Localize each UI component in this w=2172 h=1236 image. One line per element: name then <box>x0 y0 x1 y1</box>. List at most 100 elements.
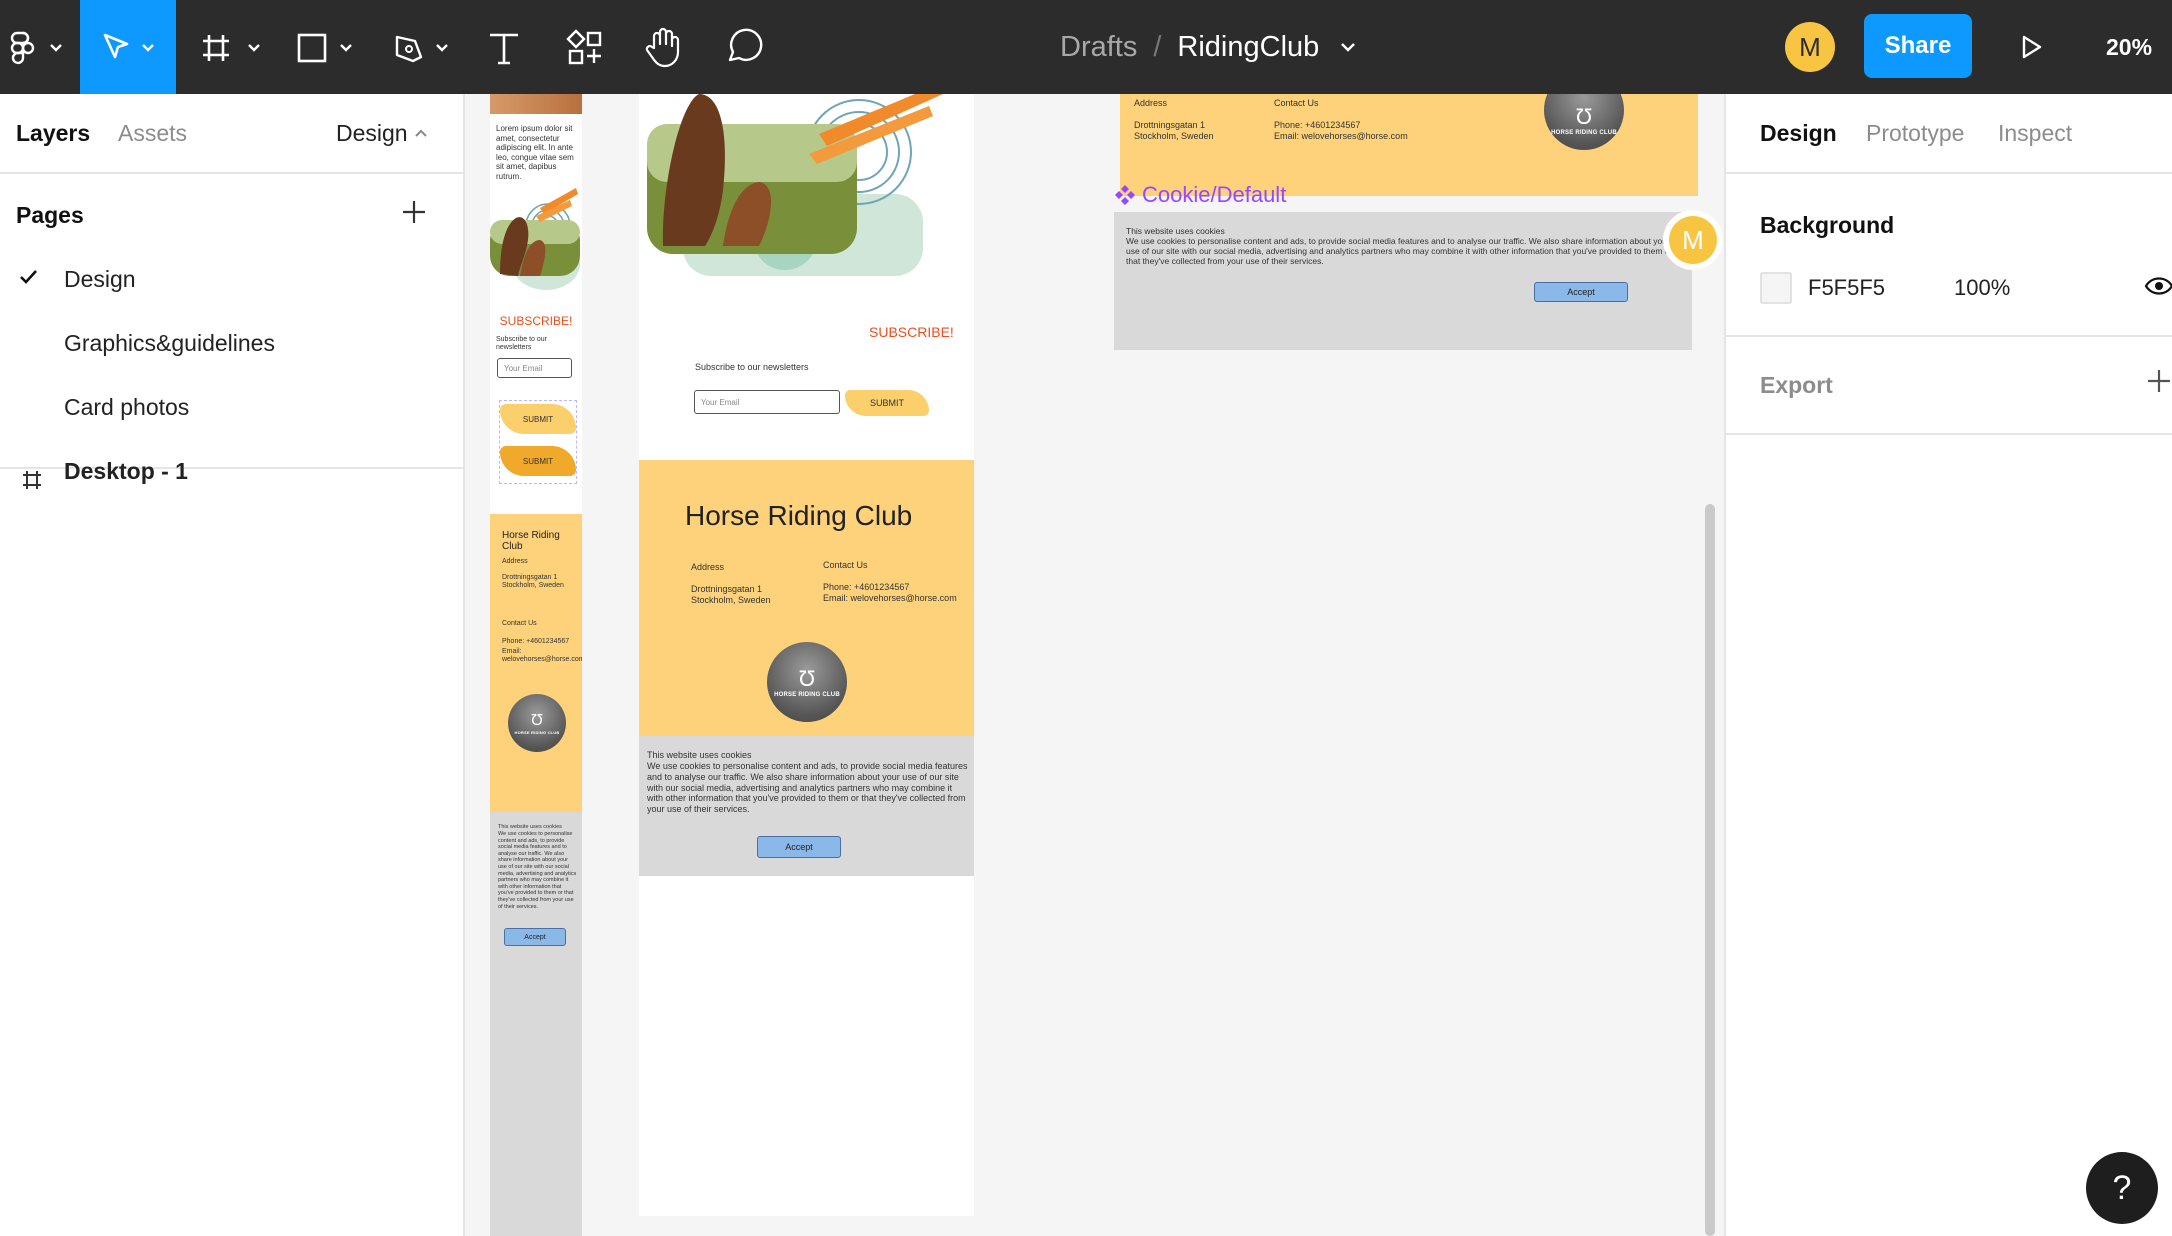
page-item-design[interactable]: Design <box>64 266 136 293</box>
mobile-email: Email: welovehorses@horse.com <box>502 648 582 664</box>
tab-layers[interactable]: Layers <box>16 120 90 147</box>
comment-bubble-icon <box>728 28 763 62</box>
mobile-footer: Horse Riding Club Address Drottningsgata… <box>490 514 582 812</box>
tablet-frame[interactable]: SUBSCRIBE! Subscribe to our newsletters … <box>639 94 974 1216</box>
main-menu-button[interactable] <box>0 0 70 94</box>
component-diamond-icon <box>1115 185 1135 205</box>
lorem-text: Lorem ipsum dolor sit amet, consectetur … <box>496 124 574 181</box>
mobile-phone: Phone: +4601234567 <box>502 638 570 645</box>
resources-shapes-icon <box>566 29 602 65</box>
comment-tool-button[interactable] <box>722 0 764 94</box>
hand-tool-button[interactable] <box>642 0 684 94</box>
hand-icon <box>645 27 680 68</box>
tablet-club-name: Horse Riding Club <box>685 500 913 531</box>
resources-button[interactable] <box>564 0 606 94</box>
text-tool-button[interactable] <box>484 0 524 94</box>
collaborator-cursor: M <box>1663 210 1723 270</box>
mobile-address-title: Address <box>502 558 528 565</box>
present-button[interactable] <box>2014 0 2048 94</box>
frame-tool-button[interactable] <box>196 0 268 94</box>
text-t-icon <box>490 33 518 65</box>
horseshoe-icon: Ʊ <box>531 711 543 729</box>
pen-nib-icon <box>395 35 448 63</box>
user-avatar[interactable]: M <box>1785 22 1835 72</box>
tablet-submit-button[interactable]: SUBMIT <box>845 390 929 416</box>
component-label[interactable]: Cookie/Default <box>1114 182 1286 208</box>
tablet-subscribe-heading: SUBSCRIBE! <box>869 324 954 340</box>
pen-tool-button[interactable] <box>388 0 460 94</box>
mobile-club-name: Horse Riding Club <box>502 530 560 552</box>
checkmark-icon <box>20 270 37 284</box>
background-title: Background <box>1760 212 1895 238</box>
page-dropdown[interactable]: Design <box>336 120 408 147</box>
chevron-down-icon[interactable] <box>1339 41 1357 53</box>
desktop-address: Drottningsgatan 1 Stockholm, Sweden <box>1134 120 1214 141</box>
horse-illustration <box>490 188 580 290</box>
shape-tool-button[interactable] <box>292 0 364 94</box>
mobile-email-input[interactable]: Your Email <box>497 358 572 378</box>
right-panel-tabs: Design Prototype Inspect <box>1726 94 2172 174</box>
mobile-submit-button[interactable]: SUBMIT <box>500 404 576 434</box>
mobile-logo: Ʊ HORSE RIDING CLUB <box>508 694 566 752</box>
tab-prototype[interactable]: Prototype <box>1866 120 1964 147</box>
layer-desktop-1[interactable]: Desktop - 1 <box>64 458 188 485</box>
tablet-accept-button[interactable]: Accept <box>757 836 841 858</box>
desktop-phone: Phone: +4601234567 <box>1274 120 1361 130</box>
horseshoe-icon: Ʊ <box>798 666 816 691</box>
canvas[interactable]: Lorem ipsum dolor sit amet, consectetur … <box>467 94 1724 1236</box>
tablet-footer: Horse Riding Club Address Drottningsgata… <box>639 460 974 736</box>
toolbar: Drafts / RidingClub M Share 20% <box>0 0 2172 94</box>
horseshoe-icon: Ʊ <box>1575 104 1593 129</box>
mobile-subscribe-heading: SUBSCRIBE! <box>499 314 573 328</box>
rectangle-icon <box>297 33 352 63</box>
background-hex-input[interactable]: F5F5F5 <box>1808 275 1885 301</box>
move-tool-button[interactable] <box>80 0 176 94</box>
tab-inspect[interactable]: Inspect <box>1998 120 2072 147</box>
tablet-horse-illustration <box>647 94 943 276</box>
desktop-accept-button[interactable]: Accept <box>1534 282 1628 302</box>
horse-image-top <box>490 94 582 114</box>
background-opacity-input[interactable]: 100% <box>1954 275 2010 301</box>
tablet-phone: Phone: +4601234567 <box>823 582 910 592</box>
left-panel: Layers Assets Design Pages Design Graphi… <box>0 94 465 1236</box>
eye-visibility-icon[interactable] <box>2144 274 2172 298</box>
tablet-newsletter-text: Subscribe to our newsletters <box>695 362 809 372</box>
add-export-plus-icon[interactable] <box>2146 368 2172 394</box>
breadcrumb-drafts[interactable]: Drafts <box>1060 31 1137 64</box>
desktop-footer[interactable]: Address Drottningsgatan 1 Stockholm, Swe… <box>1120 94 1698 196</box>
left-panel-tabs: Layers Assets Design <box>0 94 463 174</box>
vertical-scrollbar[interactable] <box>1705 504 1715 1236</box>
breadcrumb: Drafts / RidingClub <box>1060 0 1357 94</box>
zoom-level[interactable]: 20% <box>2106 0 2152 94</box>
desktop-address-title: Address <box>1134 98 1168 108</box>
mobile-submit-hover-button[interactable]: SUBMIT <box>500 446 576 476</box>
page-item-card-photos[interactable]: Card photos <box>64 394 189 421</box>
mobile-accept-button[interactable]: Accept <box>504 928 566 946</box>
chevron-up-icon[interactable] <box>414 128 428 138</box>
tablet-cookie-banner: This website uses cookies We use cookies… <box>639 736 974 876</box>
tablet-email-input[interactable]: Your Email <box>694 390 840 414</box>
background-color-swatch[interactable] <box>1760 272 1792 304</box>
desktop-cookie-text: We use cookies to personalise content an… <box>1126 236 1673 267</box>
cursor-arrow-icon <box>103 33 154 59</box>
desktop-contact-title: Contact Us <box>1274 98 1319 108</box>
tablet-contact-title: Contact Us <box>823 560 868 570</box>
frame-hash-icon <box>203 35 260 61</box>
mobile-frame[interactable]: Lorem ipsum dolor sit amet, consectetur … <box>490 94 582 1236</box>
tab-assets[interactable]: Assets <box>118 120 187 147</box>
tab-design[interactable]: Design <box>1760 120 1837 147</box>
share-button[interactable]: Share <box>1864 14 1972 78</box>
file-name[interactable]: RidingClub <box>1177 31 1319 64</box>
export-title: Export <box>1760 372 1833 398</box>
tablet-email: Email: welovehorses@horse.com <box>823 593 957 603</box>
desktop-cookie-banner[interactable]: This website uses cookies We use cookies… <box>1114 212 1692 350</box>
mobile-cookie-title: This website uses cookies <box>498 824 562 830</box>
tablet-cookie-text: We use cookies to personalise content an… <box>647 761 968 815</box>
tablet-cookie-title: This website uses cookies <box>647 750 752 760</box>
figma-logo-icon <box>10 31 62 65</box>
page-item-graphics[interactable]: Graphics&guidelines <box>64 330 275 357</box>
add-page-plus-icon[interactable] <box>400 198 428 226</box>
help-button[interactable]: ? <box>2086 1152 2158 1224</box>
pages-title: Pages <box>16 202 84 228</box>
desktop-email: Email: welovehorses@horse.com <box>1274 131 1408 141</box>
